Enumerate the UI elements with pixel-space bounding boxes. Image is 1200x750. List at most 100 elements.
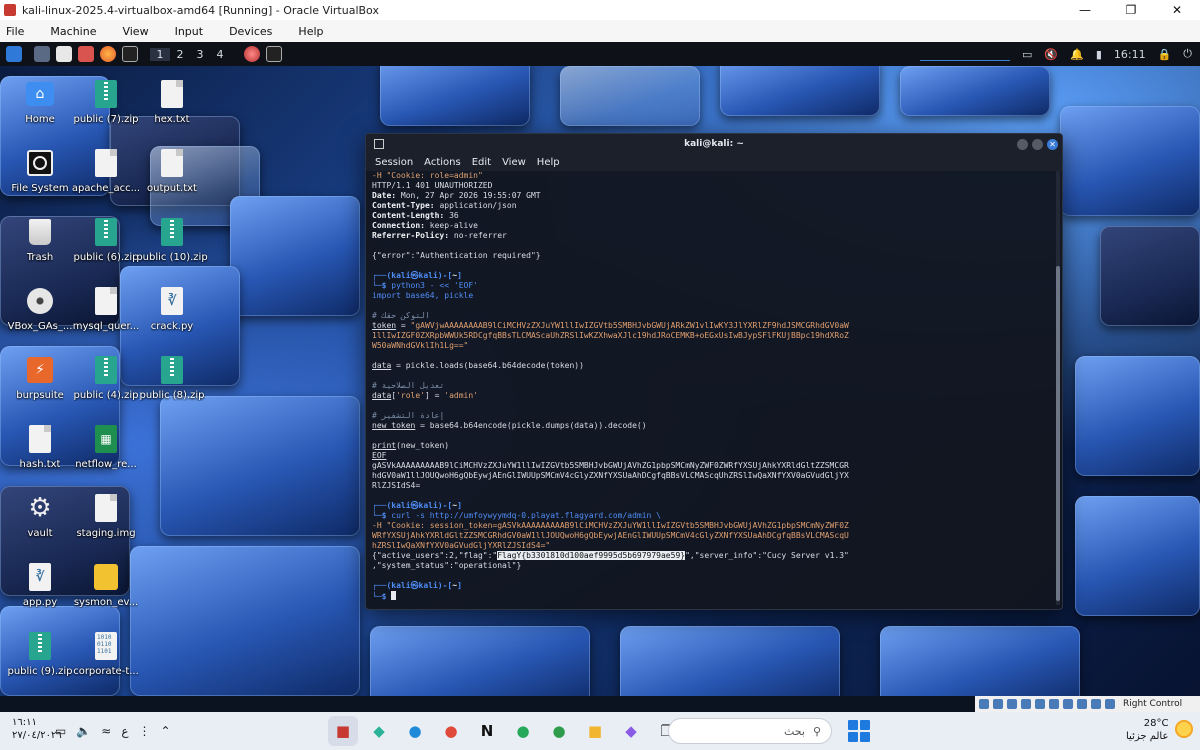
terminal-launcher-icon[interactable] (122, 46, 138, 62)
language-indicator[interactable]: ع (121, 724, 128, 738)
firefox-window-icon[interactable] (244, 46, 260, 62)
menu-help[interactable]: Help (298, 25, 323, 38)
chrome-icon[interactable]: ● (544, 716, 574, 746)
command-line[interactable]: └─$ (372, 591, 1048, 601)
wifi-icon[interactable]: ≈ (101, 724, 111, 738)
menu-file[interactable]: File (6, 25, 24, 38)
desktop-icon-apache-acc[interactable]: apache_acc... (71, 147, 141, 194)
firefox-icon[interactable] (100, 46, 116, 62)
wallpaper-cube (1060, 106, 1200, 216)
workspace-2[interactable]: 2 (170, 48, 190, 61)
restore-button[interactable]: ❐ (1108, 0, 1154, 20)
terminal-menu-edit[interactable]: Edit (472, 157, 491, 168)
start-button[interactable] (848, 720, 870, 742)
desktop-icon-public-6-zip[interactable]: public (6).zip (71, 216, 141, 263)
close-button[interactable]: ✕ (1154, 0, 1200, 20)
volume-icon[interactable]: 🔈 (76, 724, 91, 738)
terminal-titlebar[interactable]: kali@kali: ~ ✕ (366, 134, 1062, 154)
optical-drive-icon[interactable] (993, 699, 1003, 709)
tray-settings-icon[interactable]: ⋮ (139, 724, 151, 738)
terminal-menu-view[interactable]: View (502, 157, 526, 168)
desktop-icon-burpsuite[interactable]: ⚡ burpsuite (5, 354, 75, 401)
desktop-icon-app-py[interactable]: ∛ app.py (5, 561, 75, 608)
desktop-icon-staging-img[interactable]: staging.img (71, 492, 141, 539)
menu-machine[interactable]: Machine (50, 25, 96, 38)
desktop-icon-public-8-zip[interactable]: public (8).zip (137, 354, 207, 401)
terminal-scrollbar[interactable] (1056, 171, 1060, 605)
desktop-icon-netflow-re[interactable]: ▦ netflow_re... (71, 423, 141, 470)
hard-disk-icon[interactable] (979, 699, 989, 709)
mouse-integration-icon[interactable] (1105, 699, 1115, 709)
desktop-icon-public-9-zip[interactable]: public (9).zip (5, 630, 75, 677)
edge-icon[interactable]: ● (400, 716, 430, 746)
tray-overflow-icon[interactable]: ⌃ (161, 724, 171, 738)
kali-menu-icon[interactable] (6, 46, 22, 62)
network-icon[interactable] (1021, 699, 1031, 709)
text-file-icon (29, 425, 51, 453)
weather-temperature: 28°C (1143, 718, 1169, 729)
chrome-profile-icon[interactable]: ● (436, 716, 466, 746)
terminal-menu-help[interactable]: Help (537, 157, 560, 168)
copilot-icon[interactable]: ◆ (616, 716, 646, 746)
usb-icon[interactable] (1035, 699, 1045, 709)
terminal-scrollbar-thumb[interactable] (1056, 266, 1060, 601)
terminal-menu-actions[interactable]: Actions (424, 157, 461, 168)
terminal-window[interactable]: kali@kali: ~ ✕ Session Actions Edit View… (365, 133, 1063, 610)
desktop-icon-public-7-zip[interactable]: public (7).zip (71, 78, 141, 125)
taskbar-search[interactable]: بحث ⚲ (668, 718, 832, 744)
battery-icon[interactable]: ▮ (1096, 48, 1102, 61)
cpu-icon[interactable] (1091, 699, 1101, 709)
workspace-1[interactable]: 1 (150, 47, 170, 61)
desktop-icon-home[interactable]: ⌂ Home (5, 78, 75, 125)
display-icon[interactable] (1063, 699, 1073, 709)
desktop-icon-trash[interactable]: Trash (5, 216, 75, 263)
kali-panel: 1 2 3 4 ▭ 🔇 🔔 ▮ 16:11 🔒 ⏻ (0, 42, 1200, 66)
zip-file-icon (95, 356, 117, 384)
show-desktop-icon[interactable] (34, 46, 50, 62)
desktop-icon-mysql-quer[interactable]: mysql_quer... (71, 285, 141, 332)
terminal-output[interactable]: -H "Cookie: role=admin" HTTP/1.1 401 UNA… (366, 171, 1054, 609)
desktop-icon-sysmon-ev[interactable]: sysmon_ev... (71, 561, 141, 608)
workspace-4[interactable]: 4 (210, 48, 230, 61)
display-icon[interactable]: ▭ (1022, 48, 1032, 61)
mute-icon[interactable]: 🔇 (1044, 48, 1058, 61)
terminal-window-icon[interactable] (266, 46, 282, 62)
workspace-3[interactable]: 3 (190, 48, 210, 61)
desktop-icon-corporate-t[interactable]: 1010 0110 1101 corporate-t... (71, 630, 141, 677)
desktop-icon-output-txt[interactable]: output.txt (137, 147, 207, 194)
desktop-icon-vault[interactable]: ⚙ vault (5, 492, 75, 539)
file-explorer-icon[interactable]: ■ (580, 716, 610, 746)
lock-icon[interactable]: 🔒 (1158, 48, 1172, 61)
menu-devices[interactable]: Devices (229, 25, 272, 38)
power-icon[interactable]: ⏻ (1183, 47, 1192, 61)
audio-icon[interactable] (1007, 699, 1017, 709)
minimize-button[interactable]: — (1062, 0, 1108, 20)
virtualbox-app-icon[interactable]: ■ (328, 716, 358, 746)
recording-icon[interactable] (1077, 699, 1087, 709)
panel-clock[interactable]: 16:11 (1114, 48, 1146, 61)
terminal-menu-session[interactable]: Session (375, 157, 413, 168)
screen: kali-linux-2025.4-virtualbox-amd64 [Runn… (0, 0, 1200, 750)
menu-view[interactable]: View (122, 25, 148, 38)
desktop-icon-crack-py[interactable]: ∛ crack.py (137, 285, 207, 332)
flag-selection[interactable]: FlagY{b3301810d100aef9995d5b697979ae59} (497, 551, 686, 560)
text-editor-icon[interactable] (78, 46, 94, 62)
menu-input[interactable]: Input (175, 25, 203, 38)
battery-icon[interactable]: ▭ (55, 724, 66, 738)
whatsapp-icon[interactable]: ● (508, 716, 538, 746)
desktop-icon-vbox-gas[interactable]: VBox_GAs_... (5, 285, 75, 332)
notification-bell-icon[interactable]: 🔔 (1070, 48, 1084, 61)
shared-folders-icon[interactable] (1049, 699, 1059, 709)
desktop-icon-public-4-zip[interactable]: public (4).zip (71, 354, 141, 401)
terminal-line: {"active_users":2,"flag":"FlagY{b3301810… (372, 551, 849, 560)
terminal-line: Connection: keep-alive (372, 221, 478, 230)
desktop-icon-public-10-zip[interactable]: public (10).zip (136, 216, 208, 263)
file-manager-icon[interactable] (56, 46, 72, 62)
desktop-icon-hash-txt[interactable]: hash.txt (5, 423, 75, 470)
desktop-icon-file-system[interactable]: File System (5, 147, 75, 194)
desktop-icon-hex-txt[interactable]: hex.txt (137, 78, 207, 125)
notion-icon[interactable]: N (472, 716, 502, 746)
sun-icon[interactable] (1175, 720, 1193, 738)
weather-widget[interactable]: 28°C عالم جزئيا (1126, 717, 1168, 743)
visual-studio-icon[interactable]: ◆ (364, 716, 394, 746)
